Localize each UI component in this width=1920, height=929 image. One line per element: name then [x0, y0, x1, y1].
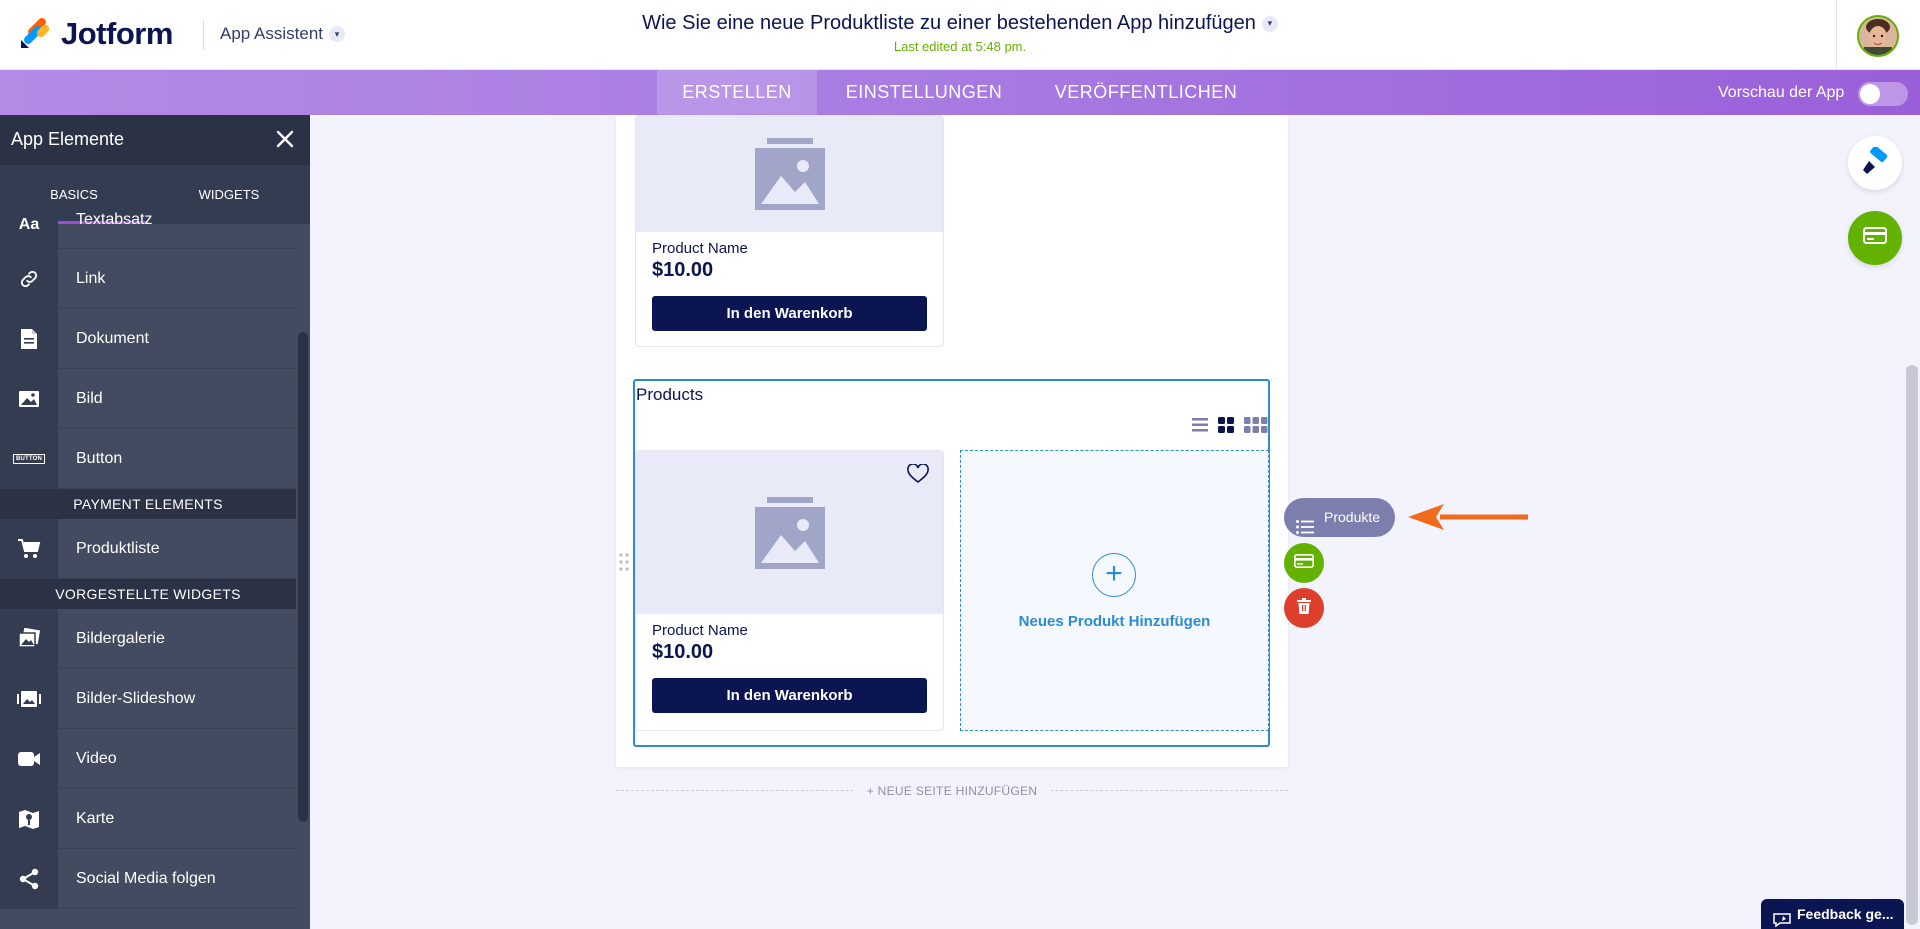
sidebar-header: App Elemente	[0, 115, 310, 165]
sidebar-item-social-media-folgen[interactable]: Social Media folgen	[0, 849, 296, 909]
sidebar-item-link[interactable]: Link	[0, 249, 296, 309]
add-to-cart-button[interactable]: In den Warenkorb	[652, 296, 927, 331]
sidebar-item-label: Social Media folgen	[76, 870, 216, 887]
add-new-page-link[interactable]: + NEUE SEITE HINZUFÜGEN	[0, 782, 1904, 800]
sidebar-item-bilder-slideshow[interactable]: Bilder-Slideshow	[0, 669, 296, 729]
header-divider	[1836, 0, 1837, 70]
gallery-icon	[0, 609, 58, 669]
add-to-cart-button[interactable]: In den Warenkorb	[652, 678, 927, 713]
element-properties-label: Produkte	[1324, 509, 1381, 525]
tab-einstellungen[interactable]: EINSTELLUNGEN	[830, 70, 1018, 115]
product-image-placeholder	[636, 451, 943, 614]
orange-arrow-icon	[1406, 503, 1528, 536]
payment-settings-button[interactable]	[1284, 543, 1324, 583]
video-icon	[0, 729, 58, 789]
sidebar-item-label: Bild	[76, 390, 103, 407]
product-name: Product Name	[652, 622, 748, 639]
image-placeholder-icon	[754, 138, 825, 210]
chevron-down-icon[interactable]: ▾	[1261, 15, 1278, 32]
section-featured-widgets: VORGESTELLTE WIDGETS	[0, 579, 296, 609]
user-avatar[interactable]	[1857, 15, 1899, 57]
element-properties-button[interactable]: Produkte	[1284, 498, 1395, 537]
sidebar-title: App Elemente	[11, 129, 125, 149]
sidebar-item-bild[interactable]: Bild	[0, 369, 296, 429]
sidebar-item-bildergalerie[interactable]: Bildergalerie	[0, 609, 296, 669]
link-icon	[0, 249, 58, 309]
feedback-button[interactable]: Feedback ge...	[1761, 899, 1904, 929]
sidebar-item-label: Bildergalerie	[76, 630, 165, 647]
sidebar-item-label: Textabsatz	[76, 211, 153, 228]
product-image-placeholder	[636, 116, 943, 232]
app-header: Jotform App Assistent ▾ Wie Sie eine neu…	[0, 0, 1920, 70]
close-icon[interactable]	[272, 126, 298, 152]
text-icon: Aa	[0, 209, 58, 249]
image-placeholder-icon	[754, 496, 825, 569]
feedback-label: Feedback ge...	[1797, 906, 1894, 922]
sidebar-item-label: Link	[76, 270, 106, 287]
sidebar-item-button[interactable]: BUTTON Button	[0, 429, 296, 489]
sidebar-item-label: Video	[76, 750, 117, 767]
feedback-icon	[1773, 907, 1791, 929]
image-icon	[0, 369, 58, 429]
document-title-text: Wie Sie eine neue Produktliste zu einer …	[642, 12, 1256, 34]
sidebar-item-label: Button	[76, 450, 123, 467]
payment-settings-rail-button[interactable]	[1848, 211, 1902, 265]
product-card[interactable]: Product Name $10.00 In den Warenkorb	[635, 115, 944, 347]
sidebar-item-produktliste[interactable]: Produktliste	[0, 519, 296, 579]
app-elements-sidebar: App Elemente BASICS WIDGETS Aa Textabsat…	[0, 115, 310, 929]
app-preview-toggle[interactable]	[1858, 82, 1908, 106]
sidebar-element-list: Aa Textabsatz Link Dokument Bild BUTTON	[0, 209, 296, 909]
drag-handle-icon[interactable]	[619, 553, 629, 571]
add-new-page-label[interactable]: + NEUE SEITE HINZUFÜGEN	[852, 784, 1052, 798]
credit-card-icon	[1863, 227, 1887, 249]
grid-view-icon[interactable]	[1218, 417, 1234, 438]
canvas-scrollbar-thumb[interactable]	[1906, 365, 1918, 925]
tab-erstellen[interactable]: ERSTELLEN	[657, 70, 817, 115]
share-icon	[0, 849, 58, 909]
list-view-icon[interactable]	[1192, 418, 1208, 437]
button-icon: BUTTON	[0, 429, 58, 489]
credit-card-icon	[1294, 553, 1314, 573]
view-mode-switcher	[1192, 417, 1268, 438]
trash-icon	[1297, 597, 1311, 619]
plus-icon[interactable]: +	[1092, 553, 1136, 597]
toggle-knob	[1860, 84, 1880, 104]
app-preview-label: Vorschau der App	[1718, 84, 1845, 101]
product-price: $10.00	[652, 259, 714, 281]
product-card[interactable]: Product Name $10.00 In den Warenkorb	[635, 450, 944, 731]
sidebar-item-label: Dokument	[76, 330, 149, 347]
delete-element-button[interactable]	[1284, 588, 1324, 628]
cart-icon	[0, 519, 58, 579]
avatar-face-icon	[1859, 17, 1897, 55]
product-name: Product Name	[652, 240, 748, 257]
sidebar-item-video[interactable]: Video	[0, 729, 296, 789]
paint-roller-icon	[1861, 145, 1889, 180]
last-edited-status: Last edited at 5:48 pm.	[893, 39, 1027, 54]
favorite-heart-icon[interactable]	[907, 463, 929, 489]
add-new-product-tile[interactable]: + Neues Produkt Hinzufügen	[960, 450, 1269, 731]
add-new-product-label[interactable]: Neues Produkt Hinzufügen	[961, 613, 1268, 630]
sidebar-item-label: Produktliste	[76, 540, 160, 557]
product-price: $10.00	[652, 641, 714, 663]
section-payment-elements: PAYMENT ELEMENTS	[0, 489, 296, 519]
sidebar-item-textabsatz[interactable]: Aa Textabsatz	[0, 209, 296, 249]
sidebar-item-dokument[interactable]: Dokument	[0, 309, 296, 369]
document-title[interactable]: Wie Sie eine neue Produktliste zu einer …	[0, 12, 1920, 35]
products-list-title[interactable]: Products	[636, 385, 703, 405]
tab-veroeffentlichen[interactable]: VERÖFFENTLICHEN	[1046, 70, 1246, 115]
sidebar-scrollbar-thumb[interactable]	[298, 332, 308, 822]
document-icon	[0, 309, 58, 369]
builder-nav: ERSTELLEN EINSTELLUNGEN VERÖFFENTLICHEN …	[0, 70, 1920, 115]
sidebar-item-label: Bilder-Slideshow	[76, 690, 196, 707]
slideshow-icon	[0, 669, 58, 729]
compact-grid-view-icon[interactable]	[1244, 417, 1268, 438]
app-designer-button[interactable]	[1848, 136, 1902, 190]
